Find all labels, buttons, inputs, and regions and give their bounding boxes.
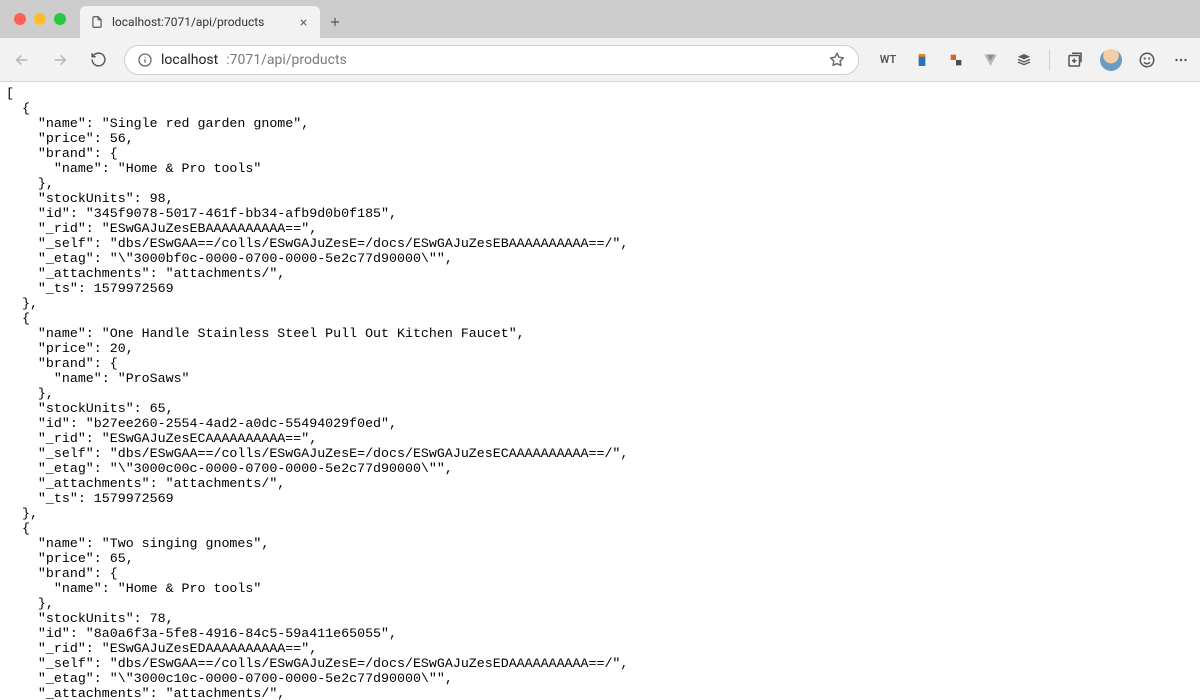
extension-square-icon[interactable] bbox=[947, 51, 965, 69]
page-viewport: [ { "name": "Single red garden gnome", "… bbox=[0, 82, 1200, 700]
new-tab-button[interactable] bbox=[320, 6, 350, 38]
tab-close-button[interactable] bbox=[296, 15, 310, 29]
tab-title: localhost:7071/api/products bbox=[112, 15, 288, 29]
window-minimize-button[interactable] bbox=[34, 13, 46, 25]
feedback-smiley-icon[interactable] bbox=[1138, 51, 1156, 69]
window-controls bbox=[0, 0, 80, 38]
json-response-body: [ { "name": "Single red garden gnome", "… bbox=[0, 82, 1200, 700]
forward-button[interactable] bbox=[48, 48, 72, 72]
back-button[interactable] bbox=[10, 48, 34, 72]
window-zoom-button[interactable] bbox=[54, 13, 66, 25]
site-info-icon[interactable] bbox=[137, 52, 153, 68]
profile-avatar[interactable] bbox=[1100, 49, 1122, 71]
favorite-star-icon[interactable] bbox=[828, 51, 846, 69]
extension-book-icon[interactable] bbox=[913, 51, 931, 69]
address-path: :7071/api/products bbox=[226, 52, 347, 68]
window-close-button[interactable] bbox=[14, 13, 26, 25]
extension-buffer-icon[interactable] bbox=[1015, 51, 1033, 69]
collections-button[interactable] bbox=[1066, 51, 1084, 69]
page-icon bbox=[90, 15, 104, 29]
refresh-button[interactable] bbox=[86, 48, 110, 72]
address-bar[interactable]: localhost :7071/api/products bbox=[124, 45, 859, 75]
address-host: localhost bbox=[161, 52, 218, 68]
browser-tab[interactable]: localhost:7071/api/products bbox=[80, 6, 320, 38]
extension-wt-icon[interactable]: WT bbox=[879, 51, 897, 69]
extensions-area: WT bbox=[873, 49, 1190, 71]
extension-vue-icon[interactable] bbox=[981, 51, 999, 69]
tab-strip: localhost:7071/api/products bbox=[0, 0, 1200, 38]
toolbar: localhost :7071/api/products WT bbox=[0, 38, 1200, 82]
toolbar-separator bbox=[1049, 50, 1050, 70]
settings-more-button[interactable] bbox=[1172, 51, 1190, 69]
